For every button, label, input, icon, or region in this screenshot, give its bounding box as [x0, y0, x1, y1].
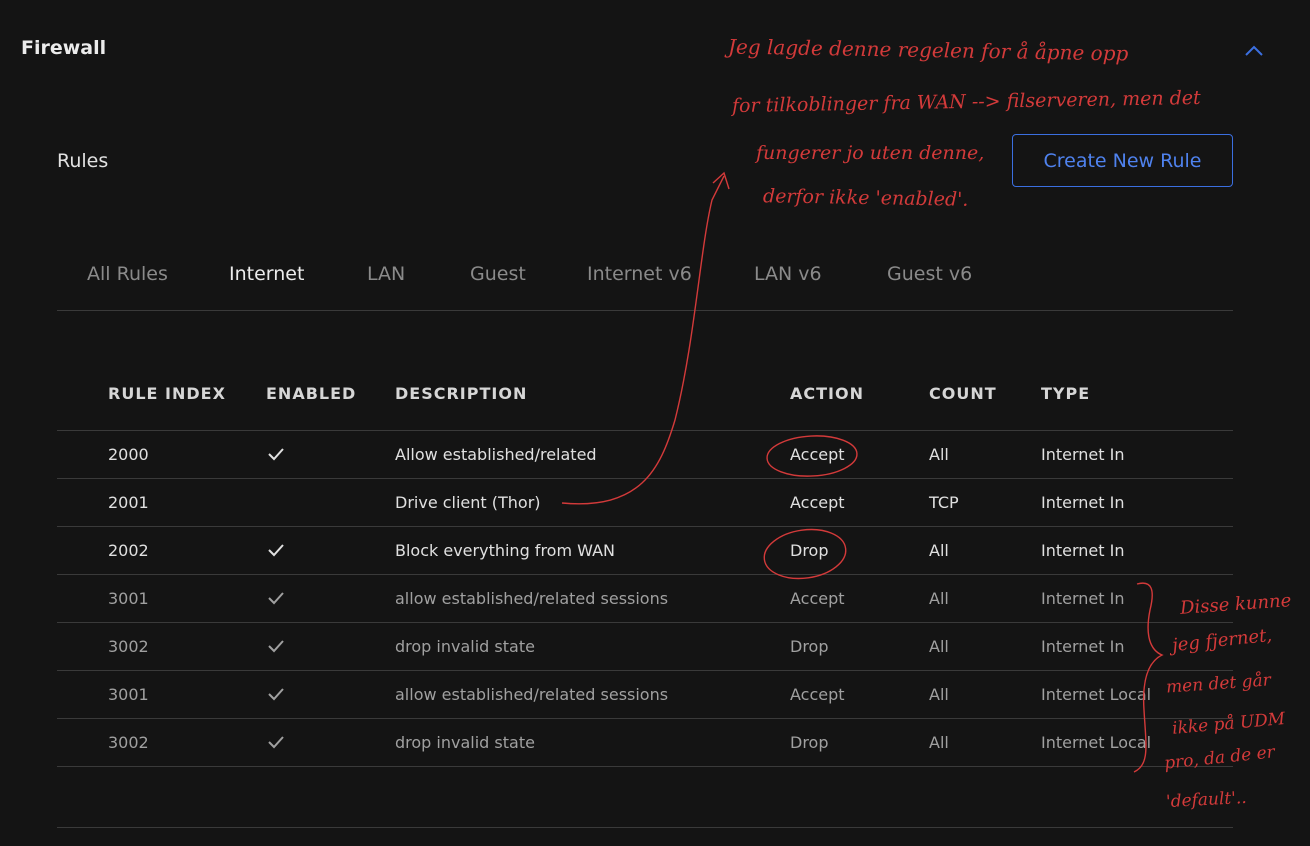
table-row[interactable]: 2001 Drive client (Thor) Accept TCP Internet… [57, 479, 1233, 527]
type-cell: Internet Local [1041, 685, 1152, 704]
description-cell: drop invalid state [395, 637, 535, 656]
checkmark-icon [268, 592, 284, 605]
description-cell: allow established/related sessions [395, 685, 669, 704]
rule-index-cell: 3001 [108, 685, 149, 704]
action-cell: Accept [790, 493, 845, 512]
count-cell: TCP [929, 493, 959, 512]
table-body: 2000 Allow established/related Accept All In… [57, 431, 1233, 767]
action-cell: Drop [790, 733, 829, 752]
table-bottom-divider [57, 827, 1233, 828]
side-note-line-6: 'default'.. [1165, 787, 1248, 813]
description-cell: Allow established/related [395, 445, 597, 464]
action-cell: Accept [790, 685, 845, 704]
column-header-enabled[interactable]: ENABLED [266, 384, 356, 403]
firewall-page: Firewall Rules Create New Rule All Rules… [0, 0, 1310, 846]
type-cell: Internet In [1041, 541, 1125, 560]
checkmark-icon [268, 736, 284, 749]
description-cell: Block everything from WAN [395, 541, 615, 560]
tab-all-rules[interactable]: All Rules [87, 263, 168, 285]
rules-table: RULE INDEX ENABLED DESCRIPTION ACTION CO… [57, 370, 1233, 767]
annotation-line-2: for tilkoblinger fra WAN --> filserveren… [731, 86, 1201, 118]
rule-index-cell: 3002 [108, 733, 149, 752]
rule-index-cell: 3002 [108, 637, 149, 656]
rule-index-cell: 2001 [108, 493, 149, 512]
action-cell: Accept [790, 589, 845, 608]
column-header-action[interactable]: ACTION [790, 384, 864, 403]
tab-internet[interactable]: Internet [229, 263, 304, 285]
checkmark-icon [268, 688, 284, 701]
rule-tabs: All Rules Internet LAN Guest Internet v6… [57, 250, 1233, 311]
table-row[interactable]: 3002 drop invalid state Drop All Internet In [57, 623, 1233, 671]
arrow-head [712, 171, 730, 190]
column-header-count[interactable]: COUNT [929, 384, 997, 403]
checkmark-icon [268, 544, 284, 557]
column-header-description[interactable]: DESCRIPTION [395, 384, 527, 403]
count-cell: All [929, 541, 949, 560]
count-cell: All [929, 685, 949, 704]
table-row[interactable]: 2002 Block everything from WAN Drop All Inte… [57, 527, 1233, 575]
type-cell: Internet In [1041, 445, 1125, 464]
chevron-up-icon [1245, 45, 1263, 56]
description-cell: allow established/related sessions [395, 589, 669, 608]
annotation-line-4: derfor ikke 'enabled'. [762, 185, 969, 211]
checkmark-icon [268, 640, 284, 653]
type-cell: Internet Local [1041, 733, 1152, 752]
section-title: Firewall [21, 37, 107, 59]
type-cell: Internet In [1041, 589, 1125, 608]
rule-index-cell: 3001 [108, 589, 149, 608]
description-cell: drop invalid state [395, 733, 535, 752]
tab-lan[interactable]: LAN [367, 263, 405, 285]
table-header: RULE INDEX ENABLED DESCRIPTION ACTION CO… [57, 370, 1233, 431]
count-cell: All [929, 445, 949, 464]
tab-internet-v6[interactable]: Internet v6 [587, 263, 692, 285]
action-cell: Drop [790, 541, 829, 560]
type-cell: Internet In [1041, 637, 1125, 656]
table-row[interactable]: 2000 Allow established/related Accept All In… [57, 431, 1233, 479]
tab-guest-v6[interactable]: Guest v6 [887, 263, 972, 285]
tab-lan-v6[interactable]: LAN v6 [754, 263, 822, 285]
count-cell: All [929, 637, 949, 656]
rules-title: Rules [57, 150, 109, 172]
column-header-rule-index[interactable]: RULE INDEX [108, 384, 226, 403]
action-cell: Accept [790, 445, 845, 464]
annotation-line-3: fungerer jo uten denne, [756, 142, 985, 164]
tab-guest[interactable]: Guest [470, 263, 526, 285]
collapse-button[interactable] [1241, 38, 1267, 64]
table-row[interactable]: 3001 allow established/related sessions Ac… [57, 671, 1233, 719]
table-row[interactable]: 3002 drop invalid state Drop All Internet Lo… [57, 719, 1233, 767]
create-new-rule-button[interactable]: Create New Rule [1012, 134, 1233, 187]
column-header-type[interactable]: TYPE [1041, 384, 1090, 403]
type-cell: Internet In [1041, 493, 1125, 512]
rule-index-cell: 2000 [108, 445, 149, 464]
checkmark-icon [268, 448, 284, 461]
description-cell: Drive client (Thor) [395, 493, 541, 512]
rule-index-cell: 2002 [108, 541, 149, 560]
action-cell: Drop [790, 637, 829, 656]
table-row[interactable]: 3001 allow established/related sessions Ac… [57, 575, 1233, 623]
annotation-line-1: Jeg lagde denne regelen for å åpne opp [727, 34, 1129, 66]
count-cell: All [929, 589, 949, 608]
count-cell: All [929, 733, 949, 752]
